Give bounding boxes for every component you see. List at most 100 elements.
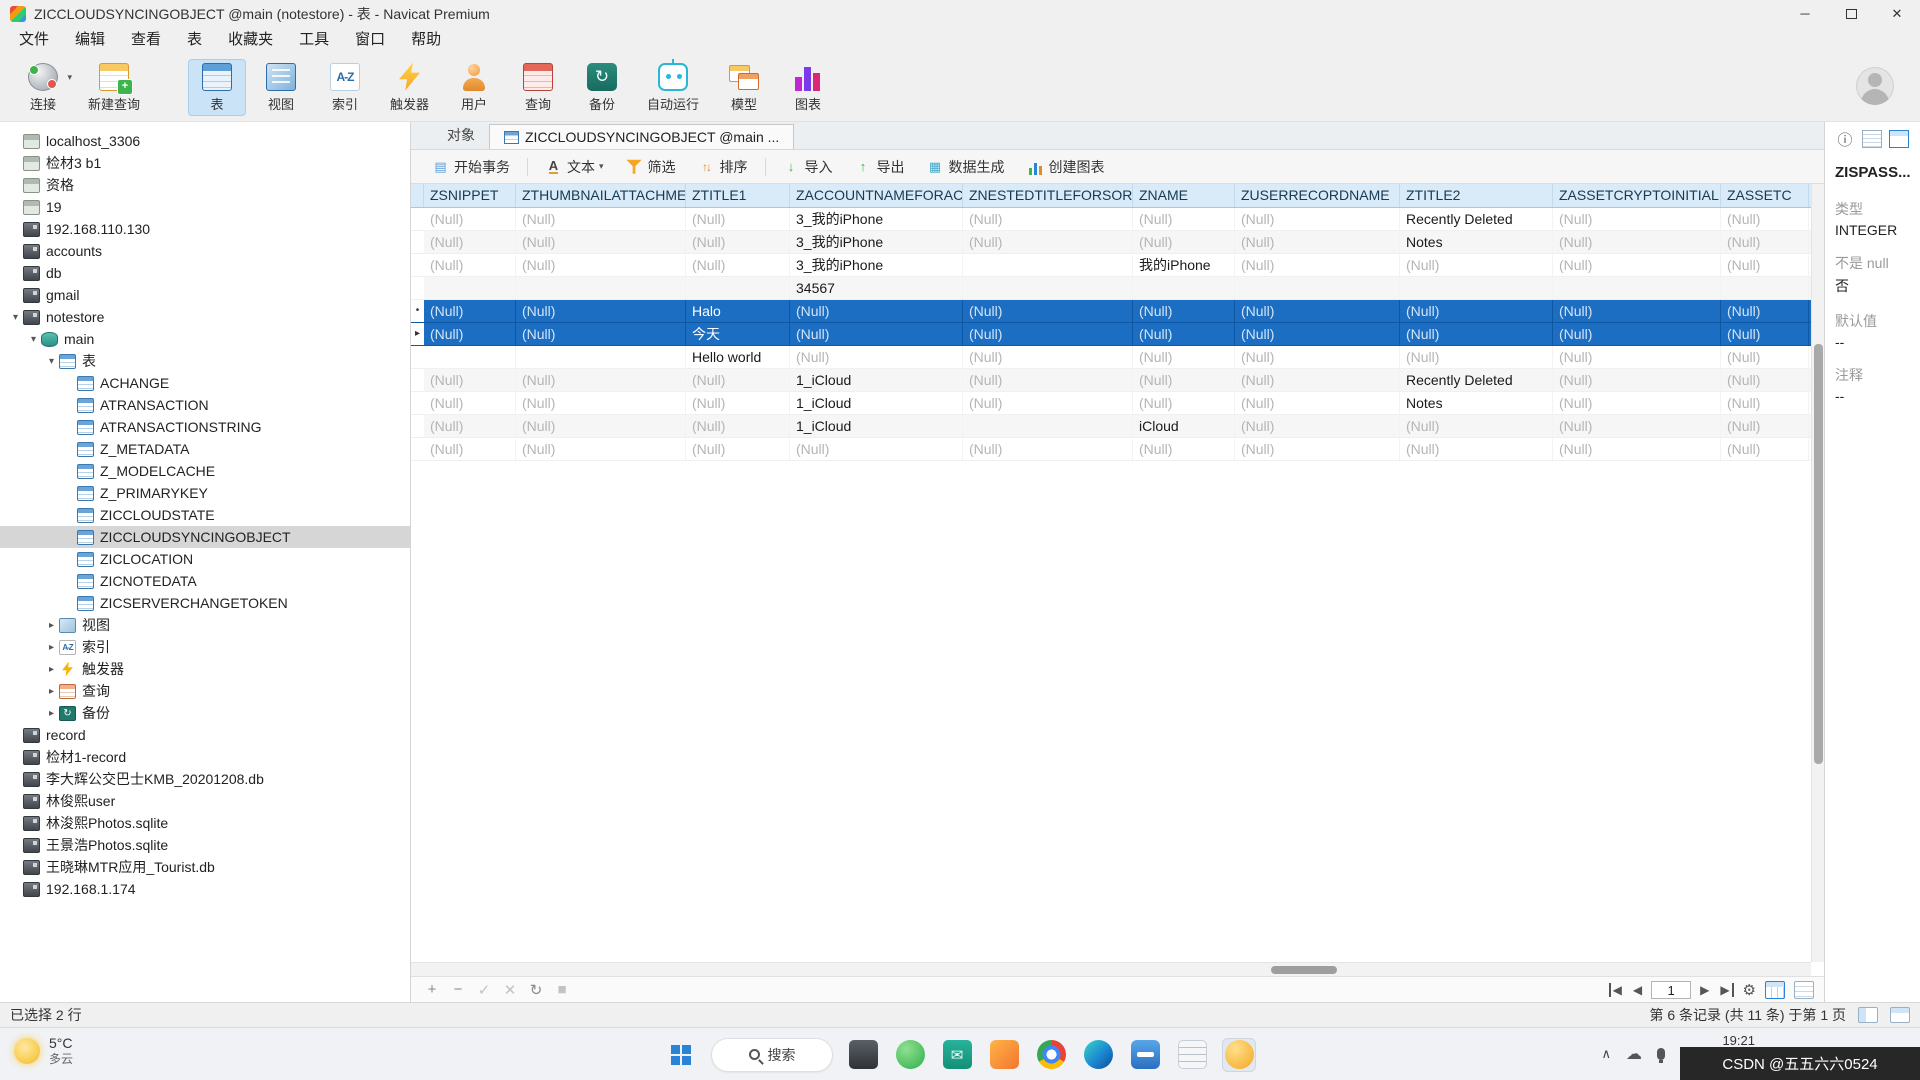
apply-changes-button[interactable]: ✓ [473,981,495,999]
sidebar-item[interactable]: 王晓琳MTR应用_Tourist.db [0,856,410,878]
minimize-button[interactable]: ─ [1782,0,1828,27]
table-cell[interactable]: (Null) [1133,438,1235,460]
table-cell[interactable]: (Null) [1721,300,1809,322]
column-header[interactable]: ZTITLE2 [1400,184,1553,207]
menu-item-2[interactable]: 查看 [118,27,174,53]
panel-toggle-bottom-icon[interactable] [1890,1007,1910,1023]
table-cell[interactable]: (Null) [1235,415,1400,437]
toolbar-connection-button[interactable]: 连接▾ [14,59,72,116]
info-icon[interactable] [1835,130,1855,148]
sidebar-item[interactable]: ZICSERVERCHANGETOKEN [0,592,410,614]
column-header[interactable]: ZACCOUNTNAMEFORACC [790,184,963,207]
sidebar-item[interactable]: 192.168.110.130 [0,218,410,240]
table-cell[interactable]: (Null) [424,415,516,437]
column-header[interactable]: ZASSETC [1721,184,1809,207]
table-cell[interactable]: (Null) [1721,208,1809,230]
table-cell[interactable]: Notes [1400,392,1553,414]
cancel-changes-button[interactable]: ✕ [499,981,521,999]
first-page-button[interactable]: ◀ [1609,983,1624,997]
sidebar-item[interactable]: ZICCLOUDSYNCINGOBJECT [0,526,410,548]
table-cell[interactable]: (Null) [1235,369,1400,391]
table-cell[interactable]: (Null) [963,369,1133,391]
grid-toolbar-new-chart-button[interactable]: 创建图表 [1018,154,1114,180]
tab-objects[interactable]: 对象 [433,121,489,149]
table-cell[interactable]: (Null) [1553,438,1721,460]
table-cell[interactable]: (Null) [1400,300,1553,322]
table-cell[interactable]: (Null) [1133,231,1235,253]
user-avatar[interactable] [1856,67,1894,105]
table-cell[interactable]: (Null) [963,438,1133,460]
table-cell[interactable]: (Null) [516,231,686,253]
table-cell[interactable]: (Null) [424,392,516,414]
table-cell[interactable]: (Null) [516,208,686,230]
grid-toolbar-datagen-button[interactable]: 数据生成 [918,154,1014,180]
table-cell[interactable]: (Null) [1721,415,1809,437]
table-cell[interactable]: (Null) [1553,392,1721,414]
sidebar-item[interactable]: 林俊熙user [0,790,410,812]
table-row[interactable]: (Null)(Null)(Null)3_我的iPhone我的iPhone(Nul… [411,254,1824,277]
table-row[interactable]: 34567 [411,277,1824,300]
table-cell[interactable]: (Null) [1133,369,1235,391]
sidebar-item[interactable]: gmail [0,284,410,306]
table-cell[interactable]: (Null) [424,300,516,322]
taskbar-mail-app[interactable] [940,1038,974,1072]
sidebar-item[interactable]: ZICNOTEDATA [0,570,410,592]
table-cell[interactable]: (Null) [1400,438,1553,460]
table-cell[interactable] [1721,277,1809,299]
notes-view-icon[interactable] [1862,130,1882,148]
taskbar-search[interactable]: 搜索 [711,1038,833,1072]
toolbar-backup-button[interactable]: 备份 [573,59,631,116]
sidebar-item[interactable]: ▸视图 [0,614,410,636]
table-row[interactable]: (Null)(Null)(Null)1_iCloud(Null)(Null)(N… [411,392,1824,415]
table-cell[interactable]: (Null) [1235,208,1400,230]
sidebar-item[interactable]: 19 [0,196,410,218]
tab-table[interactable]: ZICCLOUDSYNCINGOBJECT @main ... [489,124,794,149]
chevron-right-icon[interactable]: ▸ [44,708,59,719]
sidebar-item[interactable]: ▾main [0,328,410,350]
menu-item-3[interactable]: 表 [174,27,215,53]
table-cell[interactable]: 1_iCloud [790,415,963,437]
column-header[interactable]: ZNAME [1133,184,1235,207]
table-cell[interactable]: (Null) [1133,392,1235,414]
grid-toolbar-import-button[interactable]: 导入 [774,154,842,180]
table-cell[interactable] [424,346,516,368]
toolbar-query-button[interactable]: 查询 [509,59,567,116]
sidebar-item[interactable]: 检材1-record [0,746,410,768]
table-cell[interactable] [516,277,686,299]
table-cell[interactable] [516,346,686,368]
toolbar-chart-button[interactable]: 图表 [779,59,837,116]
sidebar-item[interactable]: ▾notestore [0,306,410,328]
table-cell[interactable]: (Null) [1553,369,1721,391]
toolbar-automation-button[interactable]: 自动运行 [637,59,709,116]
taskbar-green-circle-app[interactable] [893,1038,927,1072]
table-cell[interactable]: (Null) [1553,346,1721,368]
horizontal-scrollbar-thumb[interactable] [1271,966,1337,974]
table-cell[interactable]: (Null) [686,254,790,276]
table-cell[interactable]: (Null) [516,369,686,391]
table-cell[interactable]: (Null) [1133,323,1235,345]
table-cell[interactable]: (Null) [516,438,686,460]
cloud-icon[interactable]: ☁ [1626,1044,1642,1064]
table-cell[interactable]: (Null) [1721,438,1809,460]
table-cell[interactable]: Hello world [686,346,790,368]
table-cell[interactable]: (Null) [516,392,686,414]
column-header[interactable]: ZTHUMBNAILATTACHMEI [516,184,686,207]
table-cell[interactable]: (Null) [1235,300,1400,322]
sidebar-item[interactable]: ▸查询 [0,680,410,702]
next-page-button[interactable]: ▶ [1700,983,1709,997]
grid-view-toggle[interactable] [1765,981,1785,999]
table-cell[interactable] [963,415,1133,437]
table-cell[interactable]: (Null) [686,392,790,414]
table-cell[interactable]: (Null) [790,346,963,368]
sidebar-item[interactable]: ▸触发器 [0,658,410,680]
menu-item-5[interactable]: 工具 [286,27,342,53]
table-cell[interactable] [963,254,1133,276]
menu-item-4[interactable]: 收藏夹 [215,27,286,53]
table-cell[interactable] [1235,277,1400,299]
sidebar-item[interactable]: 林浚熙Photos.sqlite [0,812,410,834]
table-cell[interactable]: 3_我的iPhone [790,231,963,253]
sidebar-item[interactable]: ATRANSACTION [0,394,410,416]
table-cell[interactable]: Notes [1400,231,1553,253]
table-cell[interactable]: (Null) [516,300,686,322]
table-cell[interactable]: (Null) [963,392,1133,414]
